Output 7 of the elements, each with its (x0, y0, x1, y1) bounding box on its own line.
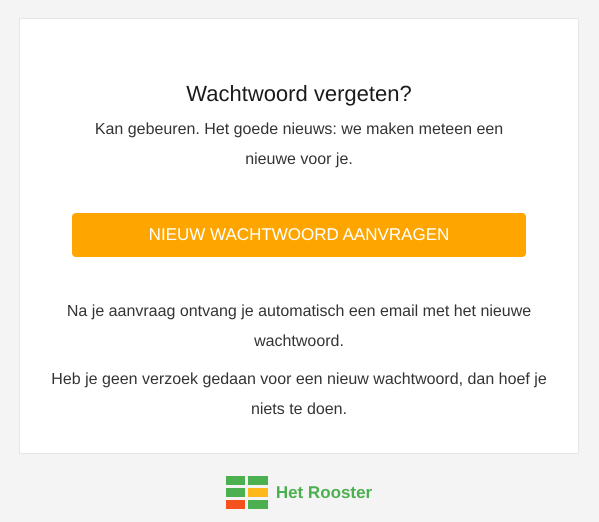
logo-icon (226, 476, 268, 509)
heading: Wachtwoord vergeten? (185, 80, 413, 108)
brand-name: Het Rooster (276, 482, 372, 504)
info-text: Na je aanvraag ontvang je automatisch een email met het nieuwe wachtwoord. (66, 302, 532, 352)
info-text: Heb je geen verzoek gedaan voor een nieuw wachtwoord, dan hoef je niets te doen. (50, 370, 548, 420)
intro-text: Kan gebeuren. Het goede nieuws: we maken meteen een nieuwe voor je. (94, 120, 504, 170)
request-password-button[interactable]: NIEUW WACHTWOORD AANVRAGEN (72, 213, 526, 257)
